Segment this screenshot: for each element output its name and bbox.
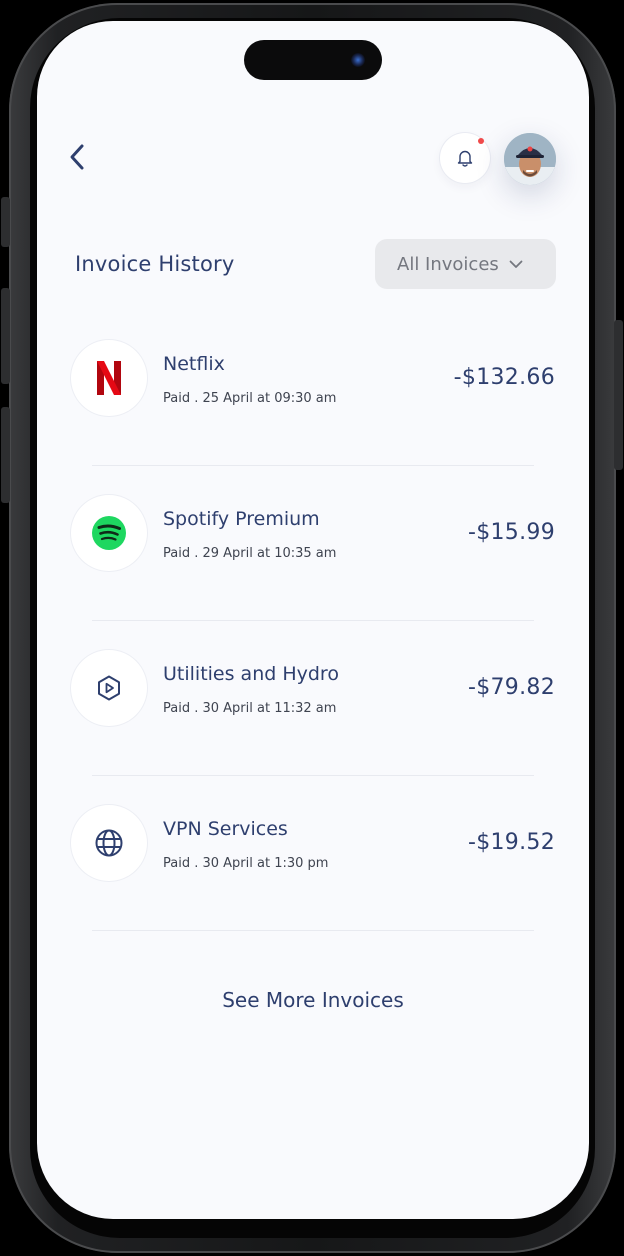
- invoice-meta: Paid . 30 April at 11:32 am: [163, 701, 337, 716]
- app-screen: Invoice History All Invoices Netflix Pai…: [37, 21, 589, 1219]
- invoice-logo: [71, 805, 147, 881]
- notifications-button[interactable]: [440, 133, 490, 183]
- invoice-amount: -$132.66: [453, 365, 555, 390]
- invoice-logo: [71, 495, 147, 571]
- divider: [92, 930, 534, 931]
- chevron-down-icon: [509, 260, 523, 269]
- play-hexagon-icon: [98, 675, 120, 701]
- power-button: [614, 320, 623, 470]
- invoice-row-utilities[interactable]: Utilities and Hydro Paid . 30 April at 1…: [37, 621, 589, 776]
- invoice-amount: -$79.82: [467, 675, 555, 700]
- invoice-name: VPN Services: [163, 818, 288, 840]
- volume-up-button: [1, 288, 10, 384]
- invoice-filter-dropdown[interactable]: All Invoices: [375, 239, 556, 289]
- camera-lens: [351, 53, 365, 67]
- invoice-name: Spotify Premium: [163, 508, 320, 530]
- invoice-row-netflix[interactable]: Netflix Paid . 25 April at 09:30 am -$13…: [37, 311, 589, 466]
- stage: Invoice History All Invoices Netflix Pai…: [0, 0, 624, 1256]
- volume-down-button: [1, 407, 10, 503]
- notification-dot: [478, 138, 484, 144]
- invoice-amount: -$15.99: [467, 520, 555, 545]
- bell-icon: [457, 150, 473, 167]
- invoice-amount: -$19.52: [467, 830, 555, 855]
- invoice-logo: [71, 650, 147, 726]
- page-title: Invoice History: [75, 252, 235, 276]
- invoice-row-vpn[interactable]: VPN Services Paid . 30 April at 1:30 pm …: [37, 776, 589, 931]
- see-more-invoices-link[interactable]: See More Invoices: [37, 988, 589, 1012]
- invoice-name: Utilities and Hydro: [163, 663, 339, 685]
- netflix-logo-icon: [97, 361, 121, 395]
- action-button: [1, 197, 10, 247]
- chevron-left-icon: [70, 144, 84, 170]
- invoice-meta: Paid . 29 April at 10:35 am: [163, 546, 337, 561]
- invoice-name: Netflix: [163, 353, 225, 375]
- invoice-logo: [71, 340, 147, 416]
- spotify-logo-icon: [92, 516, 126, 550]
- invoice-meta: Paid . 30 April at 1:30 pm: [163, 856, 329, 871]
- invoice-row-spotify[interactable]: Spotify Premium Paid . 29 April at 10:35…: [37, 466, 589, 621]
- user-photo-icon: [504, 133, 556, 185]
- avatar[interactable]: [504, 133, 556, 185]
- dynamic-island: [244, 40, 382, 80]
- back-button[interactable]: [64, 140, 90, 174]
- filter-label: All Invoices: [397, 253, 499, 275]
- invoice-meta: Paid . 25 April at 09:30 am: [163, 391, 337, 406]
- globe-icon: [95, 829, 123, 857]
